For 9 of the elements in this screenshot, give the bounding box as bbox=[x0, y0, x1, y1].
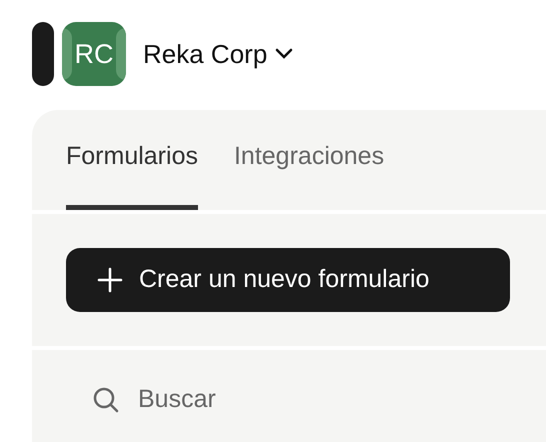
sidebar-handle[interactable] bbox=[32, 22, 54, 86]
create-form-button[interactable]: Crear un nuevo formulario bbox=[66, 248, 510, 312]
search-field[interactable]: Buscar bbox=[138, 381, 438, 419]
tab[interactable]: Integraciones bbox=[234, 110, 384, 210]
plus-icon bbox=[97, 267, 123, 293]
chevron-down-icon bbox=[275, 48, 294, 60]
search-icon bbox=[92, 386, 120, 414]
workspace-avatar: RC bbox=[62, 22, 126, 86]
workspace-switcher[interactable]: Reka Corp bbox=[143, 34, 294, 74]
